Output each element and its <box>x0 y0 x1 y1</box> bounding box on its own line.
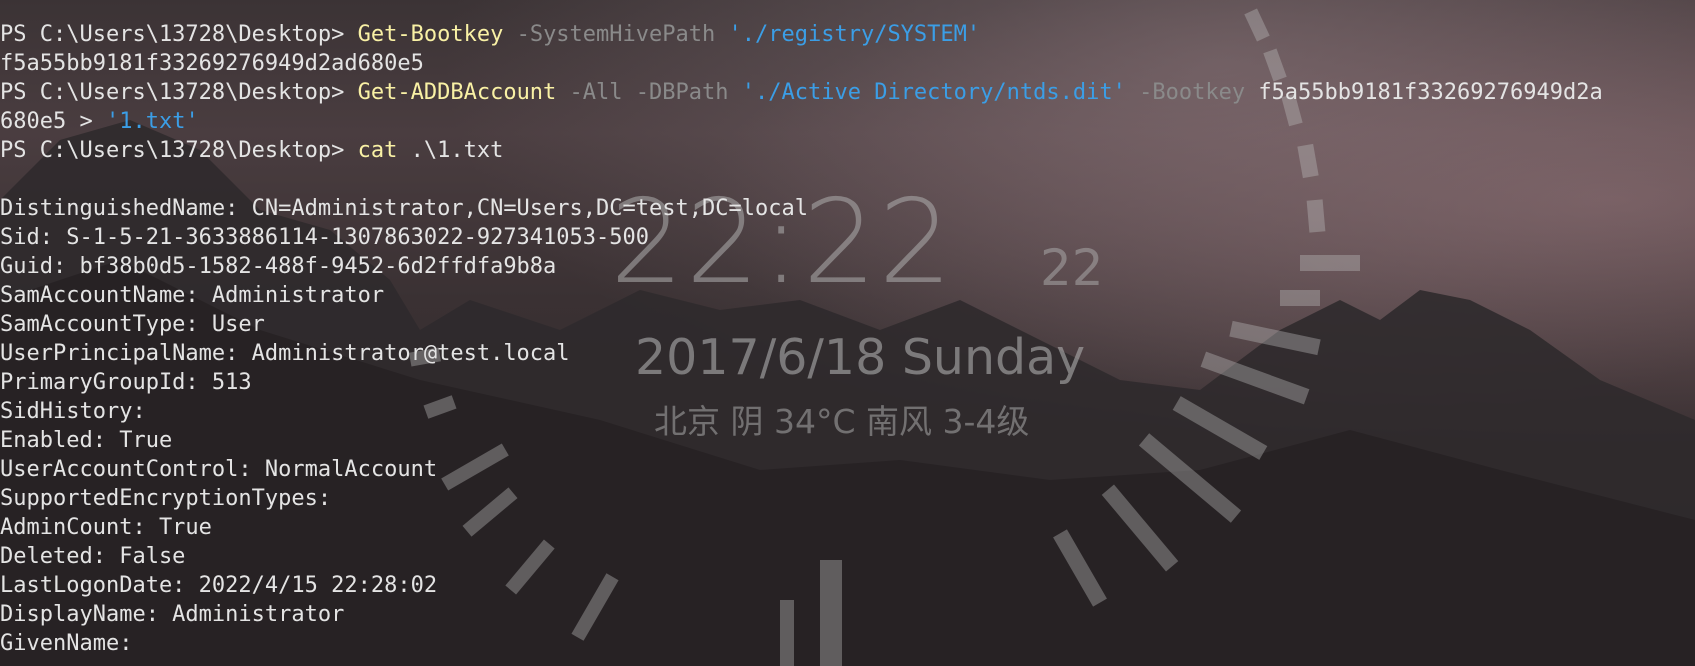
argument-value: .\1.txt <box>397 138 504 163</box>
output-line: DistinguishedName: CN=Administrator,CN=U… <box>0 196 808 221</box>
argument-string: './Active Directory/ntds.dit' <box>741 80 1126 105</box>
output-line: SamAccountType: User <box>0 312 265 337</box>
command-line-cat: PS C:\Users\13728\Desktop> cat .\1.txt <box>0 136 1695 165</box>
argument-value: f5a55bb9181f33269276949d2a <box>1258 80 1603 105</box>
wrapped-text: 680e5 > <box>0 109 106 134</box>
prompt: PS C:\Users\13728\Desktop> <box>0 22 358 47</box>
output-line: SidHistory: <box>0 399 146 424</box>
output-line: Enabled: True <box>0 428 173 453</box>
output-line: PrimaryGroupId: 513 <box>0 370 252 395</box>
output-line: UserAccountControl: NormalAccount <box>0 457 438 482</box>
output-line: Sid: S-1-5-21-3633886114-1307863022-9273… <box>0 225 650 250</box>
parameter: -SystemHivePath <box>503 22 729 47</box>
powershell-terminal[interactable]: PS C:\Users\13728\Desktop> Get-Bootkey -… <box>0 20 1695 666</box>
parameter: -Bootkey <box>1125 80 1259 105</box>
argument-string: '1.txt' <box>105 109 199 134</box>
output-line: Guid: bf38b0d5-1582-488f-9452-6d2ffdfa9b… <box>0 254 557 279</box>
output-line: Deleted: False <box>0 544 186 569</box>
output-line: LastLogonDate: 2022/4/15 22:28:02 <box>0 573 438 598</box>
command-name: cat <box>357 138 398 163</box>
command-line-get-addbaccount: PS C:\Users\13728\Desktop> Get-ADDBAccou… <box>0 78 1695 107</box>
prompt: PS C:\Users\13728\Desktop> <box>0 80 358 105</box>
prompt: PS C:\Users\13728\Desktop> <box>0 138 358 163</box>
output-line: SamAccountName: Administrator <box>0 283 385 308</box>
output-line: GivenName: <box>0 631 133 656</box>
command-name: Get-ADDBAccount <box>357 80 557 105</box>
output-line: DisplayName: Administrator <box>0 602 345 627</box>
command-line-get-bootkey: PS C:\Users\13728\Desktop> Get-Bootkey -… <box>0 20 1695 49</box>
command-name: Get-Bootkey <box>357 22 504 47</box>
output-line: SupportedEncryptionTypes: <box>0 486 332 511</box>
argument-string: './registry/SYSTEM' <box>728 22 981 47</box>
output-line: UserPrincipalName: Administrator@test.lo… <box>0 341 570 366</box>
command-output: DistinguishedName: CN=Administrator,CN=U… <box>0 194 1695 658</box>
output-line: AdminCount: True <box>0 515 212 540</box>
parameter: -All -DBPath <box>556 80 742 105</box>
command-line-wrap: 680e5 > '1.txt' <box>0 107 1695 136</box>
output-line: f5a55bb9181f33269276949d2ad680e5 <box>0 51 424 76</box>
